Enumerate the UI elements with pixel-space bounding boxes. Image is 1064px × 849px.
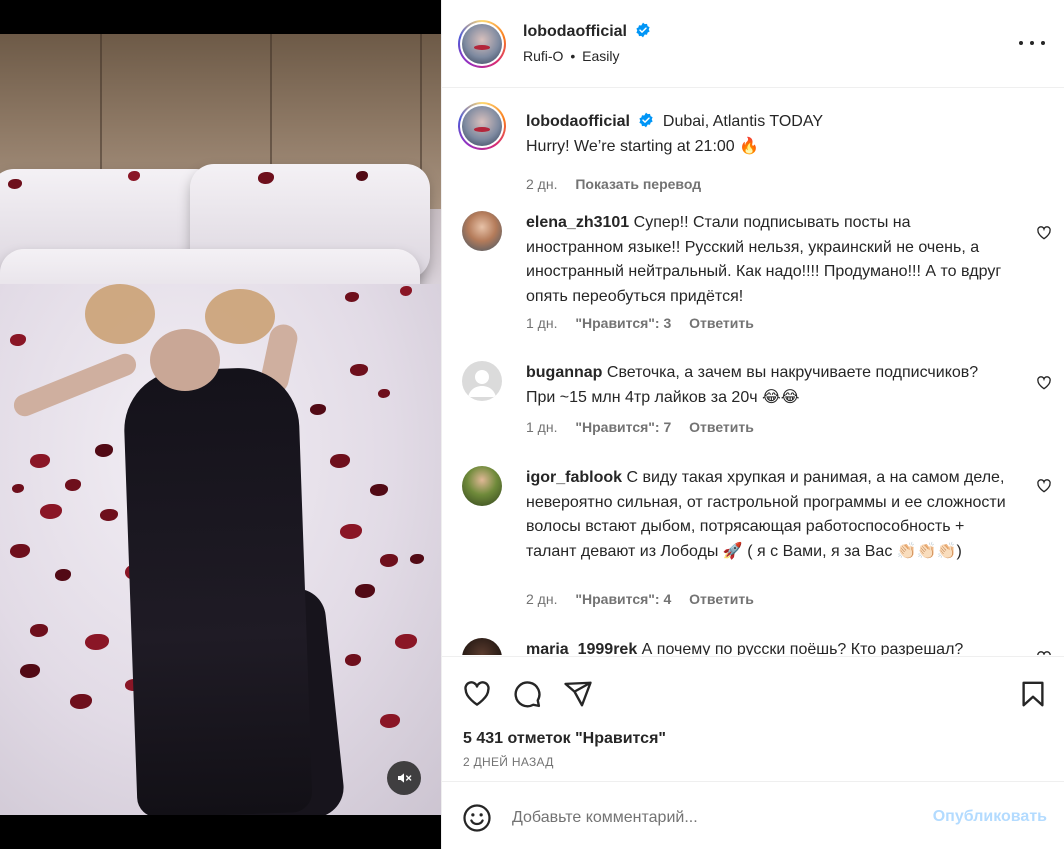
- post-media[interactable]: [0, 0, 441, 849]
- caption-author-avatar[interactable]: [458, 102, 506, 150]
- author-avatar[interactable]: [458, 20, 506, 68]
- caption-text: Hurry! We’re starting at 21:00 🔥: [526, 137, 760, 155]
- verified-badge-icon: [639, 112, 654, 128]
- reply-button[interactable]: Ответить: [689, 419, 754, 435]
- show-translation-link[interactable]: Показать перевод: [575, 176, 701, 192]
- comment-username-link[interactable]: igor_fablook: [526, 469, 622, 486]
- comment-item: elena_zh3101 Супер!! Стали подписывать п…: [462, 211, 1052, 331]
- audio-attribution[interactable]: Rufi-O • Easily: [523, 48, 620, 64]
- video-frame[interactable]: [0, 34, 441, 815]
- caption-row: lobodaofficial Dubai, Atlantis TODAY Hur…: [458, 102, 1052, 192]
- default-avatar-icon: [468, 370, 496, 397]
- person-head: [150, 329, 220, 391]
- post-details-panel: lobodaofficial Rufi-O • Easily lobodaoff…: [441, 0, 1064, 849]
- comment-likes-count[interactable]: "Нравится": 7: [575, 419, 671, 435]
- comment-item: bugannap Светочка, а зачем вы накручивае…: [462, 361, 1052, 441]
- comment-age: 1 дн.: [526, 419, 558, 435]
- heart-icon[interactable]: [1036, 650, 1052, 655]
- speaker-muted-icon: [398, 773, 412, 783]
- caption-age: 2 дн.: [526, 176, 558, 192]
- comment-username-link[interactable]: elena_zh3101: [526, 214, 629, 231]
- heart-icon[interactable]: [1036, 225, 1052, 241]
- comment-likes-count[interactable]: "Нравится": 3: [575, 315, 671, 331]
- mute-toggle-button[interactable]: [387, 761, 421, 795]
- caption-location: Dubai, Atlantis TODAY: [662, 113, 823, 130]
- heart-icon[interactable]: [1036, 478, 1052, 494]
- comment-username-link[interactable]: maria_1999rek: [526, 641, 637, 655]
- bookmark-icon[interactable]: [1018, 679, 1048, 709]
- commenter-avatar[interactable]: [462, 211, 502, 251]
- comment-username-link[interactable]: bugannap: [526, 364, 602, 381]
- heart-icon[interactable]: [1036, 375, 1052, 391]
- more-options-icon: [1019, 41, 1023, 45]
- comment-likes-count[interactable]: "Нравится": 4: [575, 591, 671, 607]
- reply-button[interactable]: Ответить: [689, 591, 754, 607]
- audio-track[interactable]: Easily: [582, 48, 619, 64]
- reply-button[interactable]: Ответить: [689, 315, 754, 331]
- post-date[interactable]: 2 ДНЕЙ НАЗАД: [463, 755, 554, 769]
- audio-separator: •: [570, 48, 576, 64]
- smiley-icon[interactable]: [462, 803, 492, 833]
- comment-input[interactable]: [512, 800, 912, 836]
- comments-list[interactable]: lobodaofficial Dubai, Atlantis TODAY Hur…: [442, 89, 1064, 655]
- paper-plane-icon[interactable]: [563, 679, 593, 709]
- comment-age: 1 дн.: [526, 315, 558, 331]
- heart-icon[interactable]: [462, 679, 492, 709]
- person-figure: [122, 366, 313, 815]
- audio-artist[interactable]: Rufi-O: [523, 48, 563, 64]
- caption-username-link[interactable]: lobodaofficial: [526, 113, 630, 130]
- comment-composer: Опубликовать: [442, 781, 1064, 849]
- more-options-button[interactable]: [1019, 32, 1045, 54]
- commenter-avatar[interactable]: [462, 638, 502, 655]
- commenter-avatar[interactable]: [462, 466, 502, 506]
- comment-age: 2 дн.: [526, 591, 558, 607]
- likes-count[interactable]: 5 431 отметок "Нравится": [463, 730, 666, 748]
- comment-bubble-icon[interactable]: [512, 679, 542, 709]
- verified-badge-icon: [636, 22, 651, 38]
- comment-item: maria_1999rek А почему по русски поёшь? …: [462, 638, 1052, 655]
- author-username-link[interactable]: lobodaofficial: [523, 23, 627, 40]
- publish-comment-button[interactable]: Опубликовать: [933, 808, 1047, 826]
- post-header: lobodaofficial Rufi-O • Easily: [442, 0, 1064, 88]
- comment-text: А почему по русски поёшь? Кто разрешал?: [641, 641, 964, 655]
- post-actions: 5 431 отметок "Нравится" 2 ДНЕЙ НАЗАД Оп…: [442, 656, 1064, 849]
- comment-item: igor_fablook С виду такая хрупкая и рани…: [462, 466, 1052, 616]
- commenter-avatar[interactable]: [462, 361, 502, 401]
